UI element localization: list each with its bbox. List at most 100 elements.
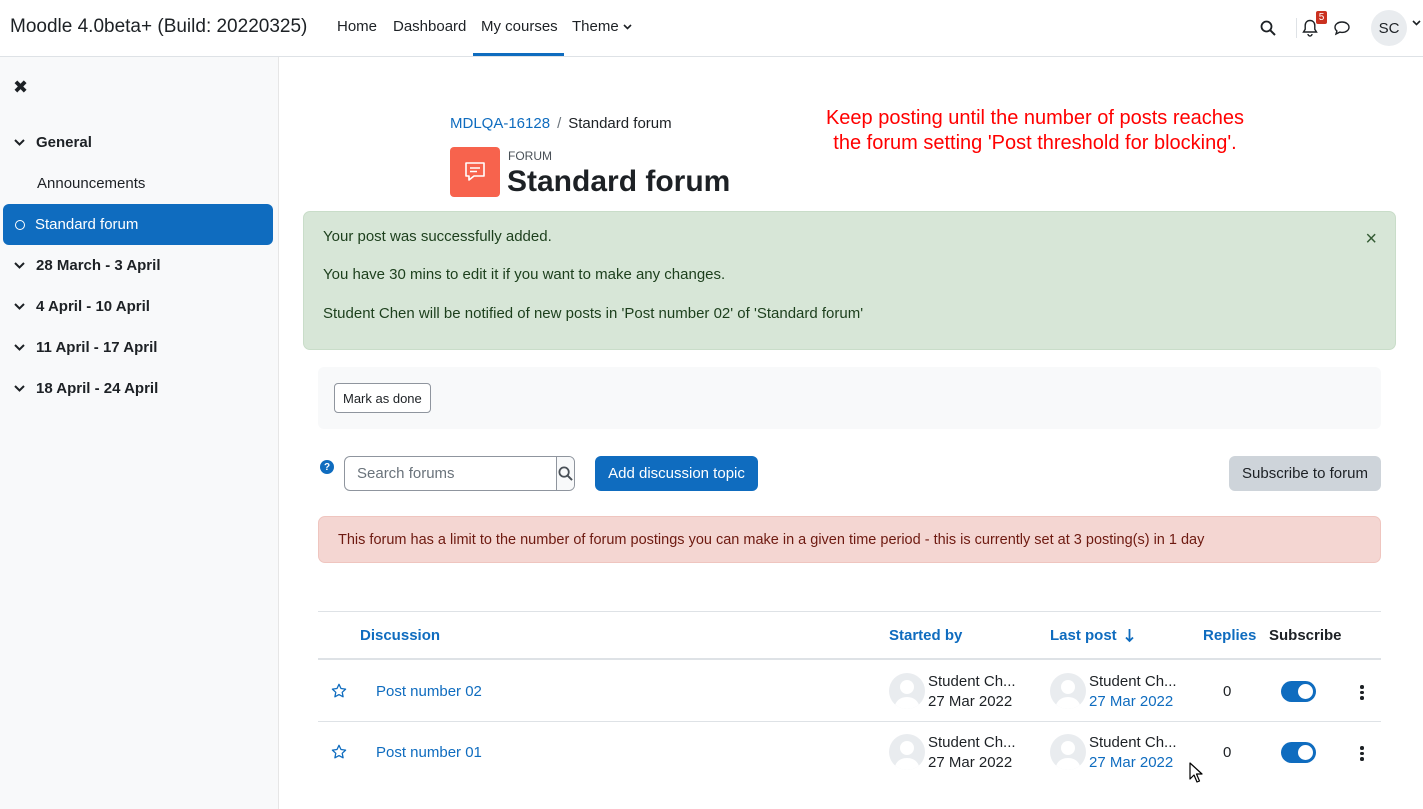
sort-arrow-down-icon	[1125, 629, 1134, 643]
search-forums-group	[344, 456, 575, 491]
close-icon[interactable]: ✖	[13, 77, 28, 98]
success-message-2: You have 30 mins to edit it if you want …	[323, 266, 726, 283]
section-week-1[interactable]: 28 March - 3 April	[14, 257, 160, 274]
nav-home[interactable]: Home	[337, 18, 377, 35]
circle-icon	[15, 219, 25, 230]
mark-as-done-button[interactable]: Mark as done	[334, 383, 431, 413]
chevron-down-icon[interactable]	[1412, 20, 1421, 26]
add-discussion-topic-button[interactable]: Add discussion topic	[595, 456, 758, 491]
user-silhouette-icon	[894, 680, 920, 709]
section-label: 28 March - 3 April	[36, 257, 161, 274]
avatar[interactable]	[1050, 734, 1086, 770]
help-icon[interactable]: ?	[320, 460, 334, 474]
section-week-2[interactable]: 4 April - 10 April	[14, 298, 150, 315]
section-label: 4 April - 10 April	[36, 298, 150, 315]
user-silhouette-icon	[894, 741, 920, 770]
column-header-subscribe: Subscribe	[1269, 627, 1342, 644]
section-general[interactable]: General	[14, 134, 92, 151]
section-label: 18 April - 24 April	[36, 380, 159, 397]
activity-type-label: FORUM	[508, 149, 552, 163]
replies-count: 0	[1223, 683, 1232, 700]
posting-limit-alert: This forum has a limit to the number of …	[318, 516, 1381, 563]
chevron-down-icon	[14, 385, 26, 392]
last-post-date-link[interactable]: 27 Mar 2022	[1089, 754, 1173, 771]
sidebar-item-announcements[interactable]: Announcements	[37, 175, 145, 192]
site-brand[interactable]: Moodle 4.0beta+ (Build: 20220325)	[10, 16, 307, 38]
nav-my-courses[interactable]: My courses	[481, 18, 558, 35]
close-icon[interactable]: ×	[1365, 228, 1377, 251]
table-top-border	[318, 611, 1381, 612]
replies-count: 0	[1223, 744, 1232, 761]
subscribe-toggle[interactable]	[1281, 742, 1316, 763]
notification-count-badge: 5	[1316, 11, 1327, 24]
instruction-annotation: Keep posting until the number of posts r…	[790, 106, 1280, 156]
search-icon	[558, 466, 573, 481]
user-silhouette-icon	[1055, 680, 1081, 709]
mouse-cursor-icon	[1189, 762, 1203, 783]
messages-button[interactable]	[1328, 14, 1356, 42]
section-week-4[interactable]: 18 April - 24 April	[14, 380, 158, 397]
nav-active-indicator	[473, 53, 564, 56]
breadcrumb-current: Standard forum	[568, 115, 672, 132]
breadcrumb-course-link[interactable]: MDLQA-16128	[450, 115, 550, 132]
section-label: 11 April - 17 April	[36, 339, 158, 356]
subscribe-toggle[interactable]	[1281, 681, 1316, 702]
chevron-down-icon	[14, 344, 26, 351]
success-message-3: Student Chen will be notified of new pos…	[323, 305, 864, 322]
more-options-kebab-icon[interactable]	[1359, 685, 1365, 700]
started-by-date: 27 Mar 2022	[928, 754, 1013, 771]
star-icon[interactable]	[331, 683, 347, 699]
star-icon[interactable]	[331, 744, 347, 760]
last-post-name[interactable]: Student Ch...	[1089, 734, 1177, 751]
more-options-kebab-icon[interactable]	[1359, 746, 1365, 761]
annotation-line-1: Keep posting until the number of posts r…	[825, 107, 1245, 129]
search-button[interactable]	[1254, 14, 1282, 42]
course-index-drawer: ✖ General Announcements Standard forum 2…	[0, 57, 279, 809]
discussion-link[interactable]: Post number 01	[376, 744, 482, 761]
chevron-down-icon	[623, 23, 632, 30]
breadcrumb-separator: /	[557, 115, 562, 132]
avatar[interactable]	[889, 734, 925, 770]
started-by-date: 27 Mar 2022	[928, 693, 1013, 710]
section-label: General	[36, 134, 92, 151]
forum-icon	[465, 162, 485, 181]
column-header-label: Last post	[1050, 627, 1117, 644]
user-menu-avatar[interactable]: SC	[1371, 10, 1407, 46]
search-input[interactable]	[345, 457, 556, 490]
last-post-name[interactable]: Student Ch...	[1089, 673, 1177, 690]
column-header-discussion[interactable]: Discussion	[360, 627, 440, 644]
breadcrumb: MDLQA-16128 / Standard forum	[450, 115, 672, 132]
discussion-link[interactable]: Post number 02	[376, 683, 482, 700]
nav-theme-label: Theme	[572, 18, 619, 35]
last-post-date-link[interactable]: 27 Mar 2022	[1089, 693, 1173, 710]
row-divider	[318, 721, 1381, 722]
column-header-started-by[interactable]: Started by	[889, 627, 962, 644]
forum-activity-icon	[450, 147, 500, 197]
chevron-down-icon	[14, 139, 26, 146]
search-icon	[1260, 20, 1276, 36]
chevron-down-icon	[14, 262, 26, 269]
success-alert: Your post was successfully added. You ha…	[303, 211, 1396, 350]
activity-completion-box: Mark as done	[318, 367, 1381, 429]
chat-icon	[1334, 21, 1350, 36]
column-header-last-post[interactable]: Last post	[1050, 627, 1134, 644]
annotation-line-2: the forum setting 'Post threshold for bl…	[833, 132, 1237, 154]
section-week-3[interactable]: 11 April - 17 April	[14, 339, 157, 356]
top-navbar: Moodle 4.0beta+ (Build: 20220325) Home D…	[0, 0, 1423, 57]
nav-theme[interactable]: Theme	[572, 18, 632, 35]
started-by-name[interactable]: Student Ch...	[928, 734, 1016, 751]
search-submit-button[interactable]	[556, 457, 574, 490]
subscribe-to-forum-button[interactable]: Subscribe to forum	[1229, 456, 1381, 491]
success-message-1: Your post was successfully added.	[323, 228, 552, 245]
user-silhouette-icon	[1055, 741, 1081, 770]
chevron-down-icon	[14, 303, 26, 310]
avatar[interactable]	[1050, 673, 1086, 709]
sidebar-item-standard-forum[interactable]: Standard forum	[3, 204, 273, 245]
page-title: Standard forum	[507, 165, 731, 198]
column-header-replies[interactable]: Replies	[1203, 627, 1256, 644]
avatar[interactable]	[889, 673, 925, 709]
table-header-border	[318, 658, 1381, 660]
nav-dashboard[interactable]: Dashboard	[393, 18, 466, 35]
sidebar-item-label: Standard forum	[35, 216, 139, 233]
started-by-name[interactable]: Student Ch...	[928, 673, 1016, 690]
